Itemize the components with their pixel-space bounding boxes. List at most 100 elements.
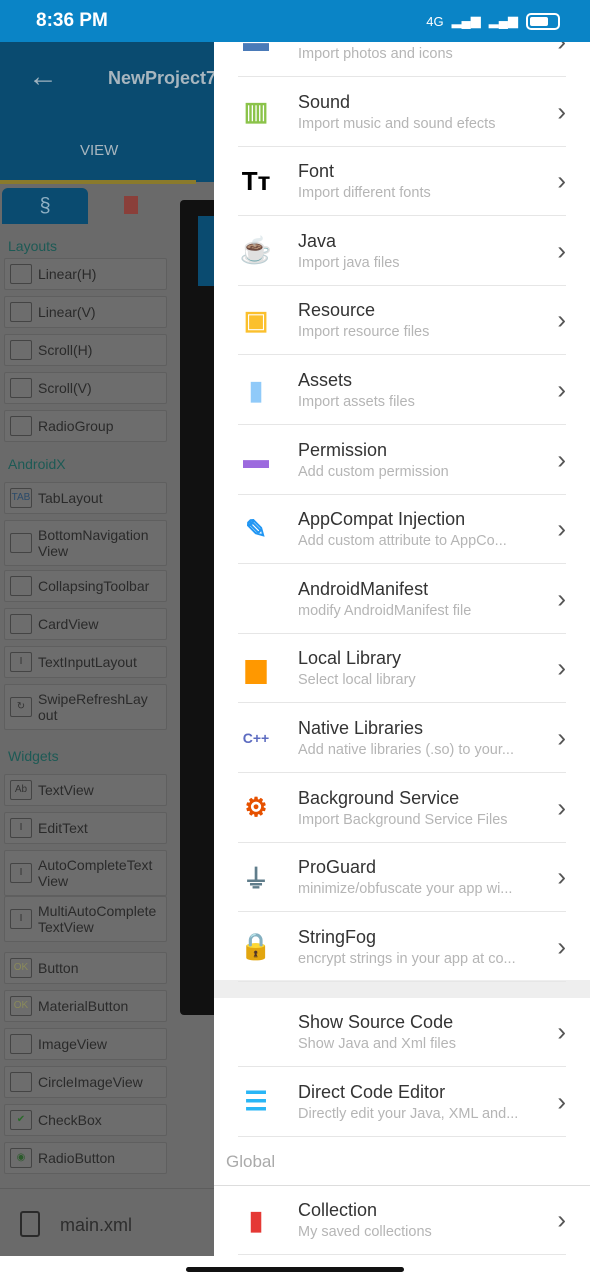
chevron-right-icon: › bbox=[557, 513, 566, 544]
palette-item[interactable]: Ab TextView bbox=[4, 774, 167, 806]
drawer-item[interactable]: ☕ Java Import java files › bbox=[238, 217, 566, 286]
palette-item-label: Button bbox=[38, 960, 79, 976]
widget-icon bbox=[10, 302, 32, 322]
drawer-item[interactable]: AndroidManifest modify AndroidManifest f… bbox=[238, 565, 566, 634]
drawer-item[interactable]: ☰ Direct Code Editor Directly edit your … bbox=[238, 1068, 566, 1137]
drawer-item[interactable]: ▮ Collection My saved collections › bbox=[238, 1186, 566, 1255]
widget-icon: ✔ bbox=[10, 1110, 32, 1130]
palette-item[interactable]: Scroll(H) bbox=[4, 334, 167, 366]
widgets-tab[interactable]: § bbox=[2, 188, 88, 224]
palette-item[interactable]: ↻ SwipeRefreshLay out bbox=[4, 684, 167, 730]
drawer-item-title: Resource bbox=[298, 300, 376, 321]
drawer-item-title: Local Library bbox=[298, 648, 402, 669]
palette-item[interactable]: I MultiAutoComplete TextView bbox=[4, 896, 167, 942]
back-arrow-icon[interactable]: ← bbox=[28, 60, 58, 94]
palette-item-label: MaterialButton bbox=[38, 998, 129, 1014]
drawer-item[interactable]: ▮ Assets Import assets files › bbox=[238, 356, 566, 425]
chevron-right-icon: › bbox=[557, 861, 566, 892]
drawer-item-title: Background Service bbox=[298, 787, 460, 808]
equalizer-icon: ▥ bbox=[243, 96, 269, 127]
drawer-item-title: Show Source Code bbox=[298, 1012, 454, 1032]
drawer-item-title: AppCompat Injection bbox=[298, 509, 466, 530]
drawer-item-title: Collection bbox=[298, 1200, 378, 1220]
palette-item-label: MultiAutoComplete TextView bbox=[38, 903, 157, 935]
palette-item[interactable]: Scroll(V) bbox=[4, 372, 167, 404]
gesture-bar bbox=[0, 1256, 590, 1280]
code-file-icon bbox=[238, 581, 274, 617]
drawer-item-subtitle: modify AndroidManifest file bbox=[298, 602, 472, 619]
drawer-item[interactable]: 🔒 StringFog encrypt strings in your app … bbox=[238, 913, 566, 982]
palette-item[interactable]: I AutoCompleteText View bbox=[4, 850, 167, 896]
drawer-item-subtitle: minimize/obfuscate your app wi... bbox=[298, 881, 513, 898]
chevron-right-icon: › bbox=[557, 931, 566, 962]
java-icon: ☕ bbox=[239, 235, 273, 266]
palette-item-label: TextInputLayout bbox=[38, 654, 137, 670]
palette-item[interactable]: I TextInputLayout bbox=[4, 646, 167, 678]
palette-item-label: TextView bbox=[38, 782, 94, 798]
widget-icon: TAB bbox=[10, 488, 32, 508]
drawer-item[interactable]: C++ Native Libraries Add native librarie… bbox=[238, 704, 566, 773]
widget-icon bbox=[10, 264, 32, 284]
resource-drawer: Global ▬ Image Import photos and icons ›… bbox=[214, 42, 590, 1256]
tab-indicator bbox=[0, 180, 196, 184]
palette-item[interactable]: CardView bbox=[4, 608, 167, 640]
palette-item[interactable]: I EditText bbox=[4, 812, 167, 844]
bookmark-icon: ▮ bbox=[248, 1204, 264, 1235]
drawer-item[interactable]: ▬ Permission Add custom permission › bbox=[238, 426, 566, 495]
palette-item-label: EditText bbox=[38, 820, 88, 836]
widget-icon: I bbox=[10, 818, 32, 838]
drawer-item-title: Native Libraries bbox=[298, 718, 424, 738]
current-file: main.xml bbox=[60, 1215, 133, 1235]
widget-palette: § Layouts Linear(H) Linear(V) Scroll(H) Scro… bbox=[0, 186, 176, 1186]
palette-item-label: RadioGroup bbox=[38, 418, 114, 434]
palette-item[interactable]: ImageView bbox=[4, 1028, 167, 1060]
palette-item[interactable]: ✔ CheckBox bbox=[4, 1104, 167, 1136]
widget-icon bbox=[10, 1034, 32, 1054]
chevron-right-icon: › bbox=[557, 165, 566, 196]
palette-item[interactable]: TAB TabLayout bbox=[4, 482, 167, 514]
cpp-file-icon: C++ bbox=[242, 730, 270, 746]
drawer-item-title: AndroidManifest bbox=[298, 578, 429, 599]
palette-item[interactable]: Linear(V) bbox=[4, 296, 167, 328]
drawer-item-subtitle: Import assets files bbox=[298, 394, 415, 410]
palette-item[interactable]: BottomNavigation View bbox=[4, 520, 167, 566]
drawer-item-title: Sound bbox=[298, 91, 351, 112]
palette-item[interactable]: CircleImageView bbox=[4, 1066, 167, 1098]
drawer-item-subtitle: Import resource files bbox=[298, 324, 430, 341]
drawer-item[interactable]: Tт Font Import different fonts › bbox=[238, 147, 566, 217]
editor-background: ← NewProject7 VIEW § Layouts Linear(H) Lin… bbox=[0, 42, 228, 1256]
drawer-item[interactable]: ✎ AppCompat Injection Add custom attribu… bbox=[238, 495, 566, 565]
palette-item[interactable]: OK MaterialButton bbox=[4, 990, 167, 1022]
widget-icon bbox=[10, 340, 32, 360]
drawer-item[interactable]: ▥ Sound Import music and sound efects › bbox=[238, 78, 566, 147]
file-bar[interactable]: main.xml bbox=[0, 1188, 214, 1256]
chevron-right-icon: › bbox=[557, 583, 566, 614]
drawer-item-subtitle: Show Java and Xml files bbox=[298, 1036, 456, 1052]
palette-item-label: Linear(H) bbox=[38, 266, 97, 282]
drawer-item[interactable]: ⏚ ProGuard minimize/obfuscate your app w… bbox=[238, 843, 566, 913]
network-label: 4G bbox=[426, 13, 444, 29]
drawer-item[interactable]: ⚙ Background Service Import Background S… bbox=[238, 774, 566, 843]
palette-section-header: AndroidX bbox=[8, 456, 66, 472]
palette-item[interactable]: Linear(H) bbox=[4, 258, 167, 290]
palette-item-label: CheckBox bbox=[38, 1112, 102, 1128]
source-code-icon bbox=[238, 1014, 274, 1050]
syringe-icon: ✎ bbox=[245, 513, 267, 544]
palette-item[interactable]: OK Button bbox=[4, 952, 167, 984]
bookmark-icon[interactable] bbox=[124, 196, 138, 214]
palette-item[interactable]: ◉ RadioButton bbox=[4, 1142, 167, 1174]
tab-view[interactable]: VIEW bbox=[80, 142, 118, 159]
drawer-item[interactable]: ▣ Resource Import resource files › bbox=[238, 286, 566, 356]
drawer-item[interactable]: Show Source Code Show Java and Xml files… bbox=[238, 998, 566, 1067]
palette-item-label: CollapsingToolbar bbox=[38, 578, 150, 594]
lego-block-icon: ▬ bbox=[243, 444, 269, 475]
drawer-item[interactable]: ▬ Image Import photos and icons › bbox=[238, 42, 566, 77]
chevron-right-icon: › bbox=[557, 652, 566, 683]
drawer-item-subtitle: Select local library bbox=[298, 672, 416, 689]
home-indicator[interactable] bbox=[186, 1267, 404, 1272]
drawer-item[interactable]: ▆ Local Library Select local library › bbox=[238, 634, 566, 704]
palette-item-label: AutoCompleteText View bbox=[38, 857, 153, 889]
palette-item[interactable]: RadioGroup bbox=[4, 410, 167, 442]
palette-item[interactable]: CollapsingToolbar bbox=[4, 570, 167, 602]
app-bar: ← NewProject7 VIEW bbox=[0, 42, 216, 184]
